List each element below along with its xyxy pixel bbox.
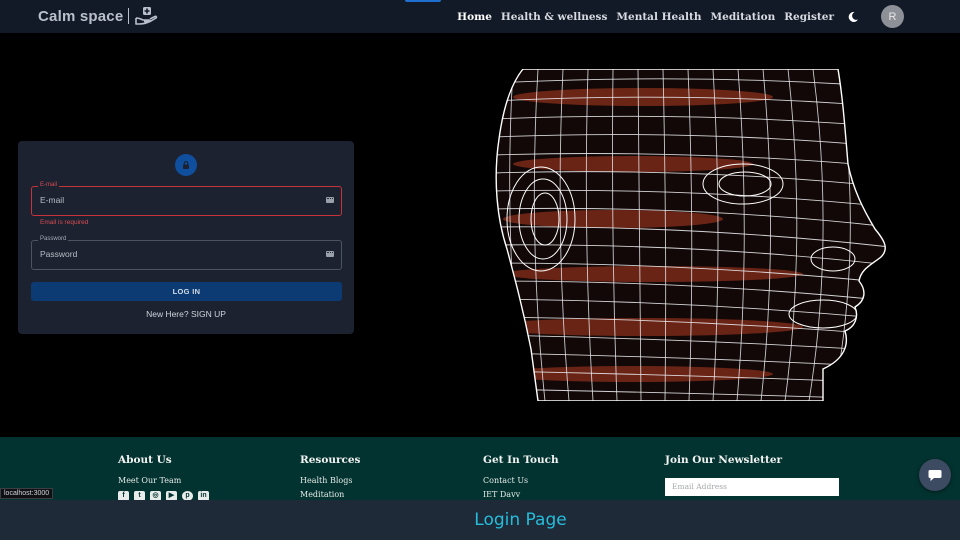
hand-heart-logo-icon [135,7,158,25]
footer-contact-column: Get In Touch Contact Us IET Davv [483,454,559,502]
autofill-key-icon[interactable] [326,251,334,257]
lock-icon [175,154,197,176]
wireframe-head-illustration [495,69,886,401]
chat-button[interactable] [919,459,951,491]
footer-newsletter-heading: Join Our Newsletter [665,454,783,466]
nav-home[interactable]: Home [457,11,492,23]
email-field: E-mail [31,181,342,216]
footer-about-heading: About Us [118,454,172,466]
nav-register[interactable]: Register [784,11,834,23]
moon-icon[interactable] [847,11,859,23]
chat-icon [928,469,942,481]
avatar[interactable]: R [881,5,904,28]
email-error-message: Email is required [40,219,89,226]
footer-newsletter-column: Join Our Newsletter [665,454,839,496]
footer-resources-heading: Resources [300,454,361,466]
nav-links: Home Health & wellness Mental Health Med… [457,0,960,33]
brand-divider [128,8,130,24]
caption-bar: Login Page [0,500,960,540]
autofill-key-icon[interactable] [326,197,334,203]
password-label: Password [38,235,69,244]
footer-about-column: About Us Meet Our Team f t ◎ ▶ p in [118,454,209,501]
nav-meditation[interactable]: Meditation [711,11,776,23]
nav-mental-health[interactable]: Mental Health [616,11,701,23]
status-url: localhost:3000 [0,488,54,499]
footer: About Us Meet Our Team f t ◎ ▶ p in Reso… [0,437,960,503]
nav-active-indicator [405,0,441,2]
footer-link-meet-team[interactable]: Meet Our Team [118,474,209,488]
password-field: Password [31,235,342,270]
login-card: E-mail Email is required Password LOG IN… [18,141,354,334]
brand[interactable]: Calm space [38,5,158,27]
nav-health-wellness[interactable]: Health & wellness [501,11,608,23]
brand-name: Calm space [38,7,124,25]
login-button[interactable]: LOG IN [31,282,342,301]
navbar: Calm space Home Health & wellness Mental… [0,0,960,33]
caption-text: Login Page [474,510,567,530]
footer-resources-column: Resources Health Blogs Meditation [300,454,360,502]
footer-link-health-blogs[interactable]: Health Blogs [300,474,360,488]
email-label: E-mail [38,181,60,190]
footer-link-contact-us[interactable]: Contact Us [483,474,559,488]
footer-contact-heading: Get In Touch [483,454,559,466]
password-input[interactable] [40,249,310,259]
newsletter-email-input[interactable] [665,477,839,496]
signup-link[interactable]: New Here? SIGN UP [18,309,354,319]
email-input[interactable] [40,195,310,205]
